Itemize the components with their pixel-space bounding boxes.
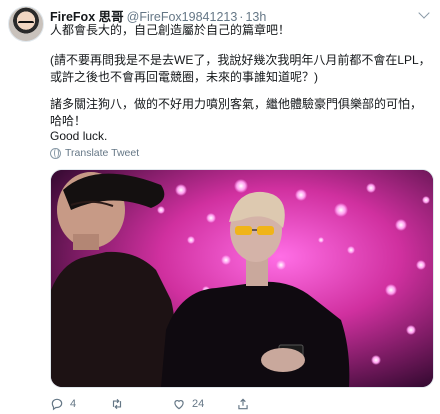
like-button[interactable]: 24 [172,396,204,412]
tweet-paragraph: 人都會長大的，自己創造屬於自己的篇章吧！ [50,23,291,37]
photo-illustration [51,170,433,387]
reply-button[interactable]: 4 [50,396,76,412]
translate-tweet-link[interactable]: Translate Tweet [50,147,139,159]
tweet-header: FireFox 思哥 @FireFox19841213 · 13h [50,6,266,24]
globe-icon [50,147,61,159]
tweet-actions: 4 24 [50,396,432,412]
reply-count: 4 [70,398,77,410]
tweet-paragraph: (請不要再問我是不是去WE了，我說好幾次我明年八月前都不會在LPL，或許之後也不… [50,53,431,84]
retweet-icon [112,398,122,410]
tweet-photo[interactable] [50,169,434,388]
avatar[interactable] [8,6,44,42]
chevron-down-icon[interactable] [418,7,430,19]
share-icon [238,398,248,410]
translate-label: Translate Tweet [65,147,140,159]
avatar-glasses [18,21,34,27]
retweet-button[interactable] [110,396,130,412]
tweet-paragraph: Good luck. [50,129,108,143]
like-count: 24 [192,398,205,410]
tweet-paragraph: 諸多關注狗八，做的不好用力噴別客氣，繼他體驗豪門俱樂部的可怕，哈哈！ [50,97,423,128]
tweet[interactable]: FireFox 思哥 @FireFox19841213 · 13h 人都會長大的，自己… [0,0,440,414]
share-button[interactable] [236,396,250,412]
heart-icon [174,400,184,410]
reply-icon [51,398,63,411]
